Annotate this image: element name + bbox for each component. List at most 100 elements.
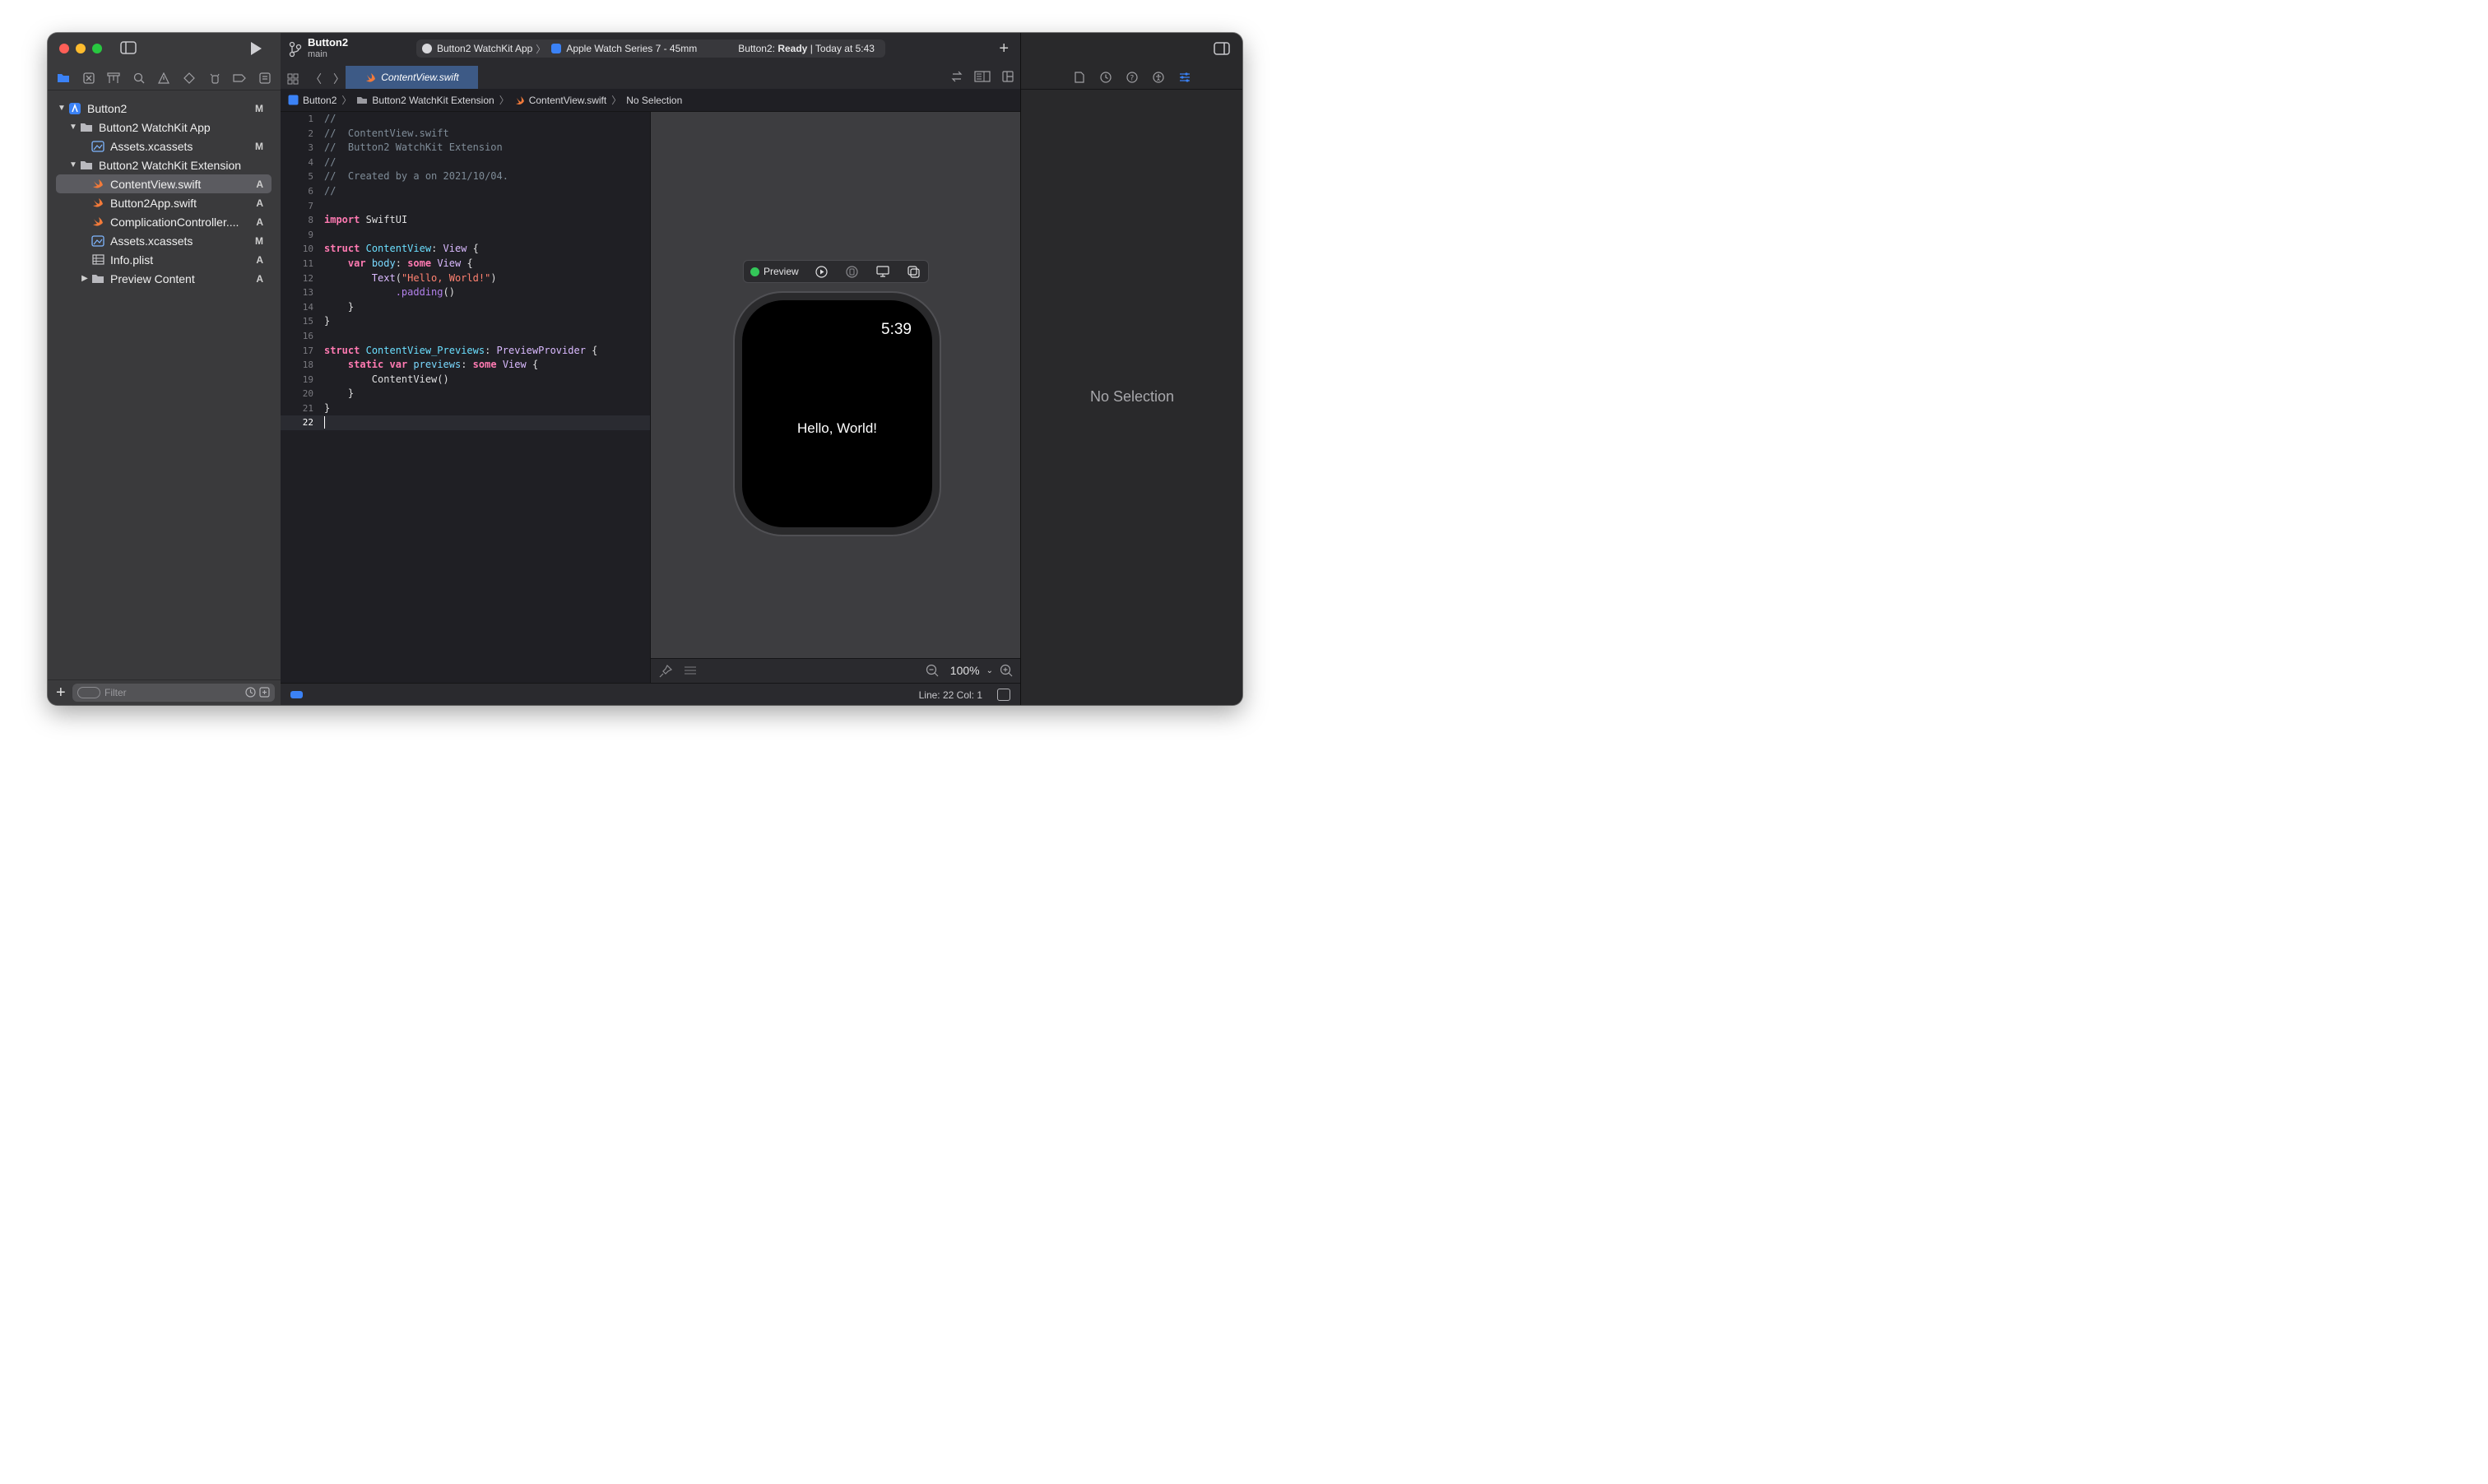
accessibility-inspector-icon[interactable]: [1151, 70, 1166, 85]
chevron-down-icon[interactable]: ▼: [67, 160, 79, 169]
jumpbar-project[interactable]: Button2: [288, 95, 337, 106]
source-editor[interactable]: 1 // 2 // ContentView.swift 3 // Button2 Wa…: [281, 112, 650, 683]
status-time: | Today at 5:43: [810, 43, 875, 54]
search-icon[interactable]: [132, 71, 146, 86]
back-arrow-icon[interactable]: 〈: [310, 71, 322, 87]
code-line: 3 // Button2 WatchKit Extension: [281, 141, 650, 155]
close-window-button[interactable]: [59, 44, 69, 53]
chevron-down-icon[interactable]: ▼: [67, 123, 79, 132]
watch-time: 5:39: [881, 321, 912, 338]
code-property: previews: [413, 359, 462, 371]
destination-button[interactable]: Apple Watch Series 7 - 45mm: [550, 43, 697, 54]
zoom-out-icon[interactable]: [926, 664, 939, 677]
attributes-inspector-icon[interactable]: [1177, 70, 1192, 85]
folder-icon[interactable]: [56, 71, 71, 86]
status-badge: A: [256, 178, 263, 190]
code-line: 9: [281, 228, 650, 243]
watch-app-icon: [422, 44, 432, 53]
zoom-level[interactable]: 100%: [950, 664, 980, 677]
preview-canvas[interactable]: Preview 5:39 Hello, World!: [650, 112, 1021, 658]
tree-item-assets[interactable]: Assets.xcassets M: [56, 137, 272, 155]
code-comment: // ContentView.swift: [324, 127, 449, 139]
status-badge: A: [256, 253, 263, 266]
swap-arrows-icon[interactable]: [951, 71, 963, 82]
filter-options-icon[interactable]: [77, 687, 100, 698]
recent-files-icon[interactable]: [245, 687, 256, 698]
chevron-down-icon[interactable]: ⌄: [986, 666, 993, 675]
symbol-navigator-icon[interactable]: [106, 71, 121, 86]
navigator-filter-bar: + Filter: [48, 679, 281, 705]
swift-file-icon: [515, 95, 524, 104]
issue-warning-icon[interactable]: [156, 71, 171, 86]
tree-item-complication[interactable]: ComplicationController.... A: [56, 212, 272, 231]
code-method: .padding: [395, 286, 443, 299]
swift-file-icon: [366, 72, 376, 82]
minimize-window-button[interactable]: [76, 44, 86, 53]
tab-contentview[interactable]: ContentView.swift: [346, 66, 478, 89]
debug-area-toggle-indicator[interactable]: [290, 691, 303, 698]
jumpbar-group[interactable]: Button2 WatchKit Extension: [356, 95, 494, 106]
tree-item-watchkit-app[interactable]: ▼ Button2 WatchKit App: [56, 118, 272, 137]
tree-item-contentview[interactable]: ContentView.swift A: [56, 174, 272, 193]
variants-icon[interactable]: [684, 665, 697, 676]
zoom-in-icon[interactable]: [1000, 664, 1013, 677]
tree-item-label: Button2App.swift: [110, 196, 197, 210]
tree-item-preview-content[interactable]: ▶ Preview Content A: [56, 269, 272, 288]
source-control-icon[interactable]: [81, 71, 96, 86]
tree-item-watchkit-extension[interactable]: ▼ Button2 WatchKit Extension: [56, 155, 272, 174]
inspector-toggle-icon[interactable]: [1214, 42, 1230, 55]
zoom-window-button[interactable]: [92, 44, 102, 53]
file-inspector-icon[interactable]: [1072, 70, 1087, 85]
code-keyword: some: [407, 257, 432, 269]
line-number: 3: [308, 142, 313, 154]
help-inspector-icon[interactable]: ?: [1125, 70, 1140, 85]
library-add-button[interactable]: +: [999, 39, 1009, 58]
tree-item-assets-extension[interactable]: Assets.xcassets M: [56, 231, 272, 250]
history-inspector-icon[interactable]: [1098, 70, 1113, 85]
tree-item-label: Button2 WatchKit App: [99, 120, 211, 134]
hide-debug-area-icon[interactable]: [997, 689, 1010, 701]
filter-field[interactable]: Filter: [72, 684, 275, 702]
live-preview-play-icon[interactable]: [815, 265, 828, 278]
tree-item-project[interactable]: ▼ Button2 M: [56, 99, 272, 118]
line-number: 6: [308, 185, 313, 197]
preview-button[interactable]: Preview: [750, 266, 799, 277]
debug-spray-icon[interactable]: [207, 71, 222, 86]
jumpbar-file[interactable]: ContentView.swift: [514, 95, 606, 106]
code-line: 11 var body: some View {: [281, 257, 650, 271]
forward-arrow-icon[interactable]: 〉: [333, 71, 345, 87]
watch-hello-text: Hello, World!: [797, 420, 877, 436]
tree-item-button2app[interactable]: Button2App.swift A: [56, 193, 272, 212]
chevron-down-icon[interactable]: ▼: [56, 104, 67, 113]
test-diamond-icon[interactable]: [182, 71, 197, 86]
chevron-right-icon[interactable]: ▶: [79, 274, 91, 283]
status-state: Ready: [778, 43, 808, 54]
pin-icon[interactable]: [659, 665, 672, 678]
breakpoint-icon[interactable]: [232, 71, 247, 86]
duplicate-preview-icon[interactable]: [907, 265, 920, 278]
tree-item-infoplist[interactable]: Info.plist A: [56, 250, 272, 269]
line-number: 1: [308, 114, 313, 124]
report-icon[interactable]: [258, 71, 272, 86]
source-control-filter-icon[interactable]: [259, 687, 270, 698]
line-number: 11: [302, 257, 313, 269]
inspect-preview-icon[interactable]: [846, 265, 858, 278]
grid-icon[interactable]: [287, 73, 299, 85]
branch-icon: [289, 41, 302, 58]
tree-item-label: Info.plist: [110, 253, 154, 267]
project-title[interactable]: Button2: [308, 36, 348, 49]
tab-label: ContentView.swift: [381, 72, 459, 83]
sidebar-toggle-icon[interactable]: [120, 41, 137, 54]
code-type: ContentView_Previews: [365, 344, 485, 356]
add-file-button[interactable]: +: [56, 684, 66, 703]
split-editor-icon[interactable]: [1002, 71, 1014, 82]
line-number: 9: [308, 229, 313, 240]
tree-item-label: Assets.xcassets: [110, 234, 193, 248]
code-module: SwiftUI: [365, 214, 408, 226]
line-number: 20: [302, 388, 313, 400]
adjust-editor-icon[interactable]: [974, 71, 991, 82]
run-button[interactable]: [248, 40, 263, 57]
device-settings-icon[interactable]: [876, 266, 889, 277]
jumpbar-selection[interactable]: No Selection: [626, 95, 682, 106]
scheme-button[interactable]: Button2 WatchKit App: [421, 43, 532, 54]
